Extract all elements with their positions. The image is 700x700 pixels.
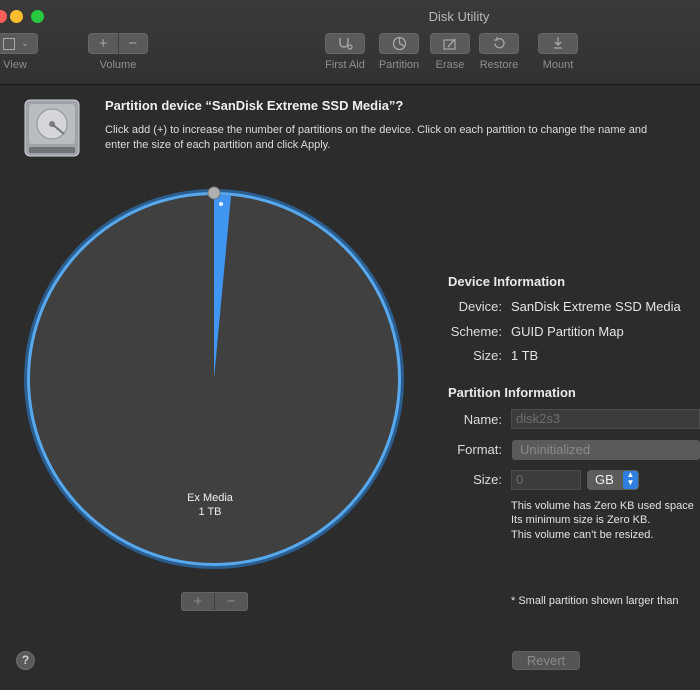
partition-size-label: 1 TB — [198, 506, 222, 518]
sidebar-icon — [3, 37, 16, 50]
disk-utility-window: Disk Utility ⌄ View + − Volume First Aid… — [0, 0, 700, 690]
device-info-title: Device Information — [448, 274, 566, 289]
mount-button[interactable] — [538, 33, 578, 54]
size-unit-value: GB — [595, 472, 614, 487]
view-button[interactable]: ⌄ — [0, 33, 38, 54]
add-volume-button[interactable]: + — [89, 35, 118, 52]
erase-button[interactable] — [430, 33, 470, 54]
size-unit-select[interactable]: GB ▲ ▼ — [587, 470, 639, 490]
device-label: Device: — [458, 299, 502, 314]
dialog-description: Click add (+) to increase the number of … — [105, 124, 648, 151]
partition-add-remove-control: + − — [181, 592, 248, 611]
toolbar: Disk Utility ⌄ View + − Volume First Aid… — [0, 0, 700, 85]
remove-volume-button[interactable]: − — [119, 35, 148, 52]
restore-label: Restore — [479, 59, 519, 71]
volume-min-size-note: Its minimum size is Zero KB. — [511, 514, 651, 526]
volume-segmented-control: + − — [88, 33, 148, 54]
partition-info-title: Partition Information — [448, 385, 576, 400]
window-title: Disk Utility — [428, 9, 490, 24]
stethoscope-icon — [339, 37, 353, 50]
partition-resize-handle[interactable] — [207, 186, 221, 200]
revert-button[interactable]: Revert — [512, 651, 580, 670]
erase-label: Erase — [435, 59, 465, 71]
first-aid-button[interactable] — [325, 33, 365, 54]
partition-size-field-label: Size: — [473, 472, 502, 487]
partition-label: Partition — [378, 59, 420, 71]
chevron-down-icon: ⌄ — [21, 38, 29, 48]
scheme-label: Scheme: — [450, 324, 502, 339]
help-button[interactable]: ? — [16, 651, 35, 670]
remove-partition-button[interactable]: − — [215, 593, 247, 610]
device-size-label: Size: — [473, 348, 502, 363]
volume-used-space-note: This volume has Zero KB used space — [511, 500, 694, 512]
mount-label: Mount — [542, 59, 574, 71]
first-aid-label: First Aid — [325, 59, 365, 71]
device-size-value: 1 TB — [511, 348, 539, 363]
format-select[interactable]: Uninitialized — [512, 440, 700, 460]
select-stepper-icon: ▲ ▼ — [623, 471, 638, 489]
partition-button[interactable] — [379, 33, 419, 54]
partition-name-label: Ex Media — [187, 492, 233, 504]
partition-pie-icon — [392, 36, 406, 51]
partition-size-field[interactable]: 0 — [511, 470, 581, 490]
format-label: Format: — [457, 442, 502, 457]
external-drive-icon — [24, 99, 80, 157]
mount-icon — [554, 37, 562, 49]
name-label: Name: — [463, 412, 502, 427]
view-label: View — [3, 59, 27, 71]
device-value: SanDisk Extreme SSD Media — [511, 299, 681, 314]
erase-disk-icon — [443, 38, 456, 50]
small-partition-note: * Small partition shown larger than — [511, 595, 679, 607]
restore-button[interactable] — [479, 33, 519, 54]
volume-label: Volume — [99, 59, 137, 71]
restore-arrow-icon — [493, 37, 505, 49]
scheme-value: GUID Partition Map — [511, 324, 624, 339]
partition-name-field[interactable]: disk2s3 — [511, 409, 700, 429]
add-partition-button[interactable]: + — [182, 593, 214, 610]
dialog-title: Partition device “SanDisk Extreme SSD Me… — [105, 98, 404, 113]
volume-resize-note: This volume can’t be resized. — [511, 529, 654, 541]
